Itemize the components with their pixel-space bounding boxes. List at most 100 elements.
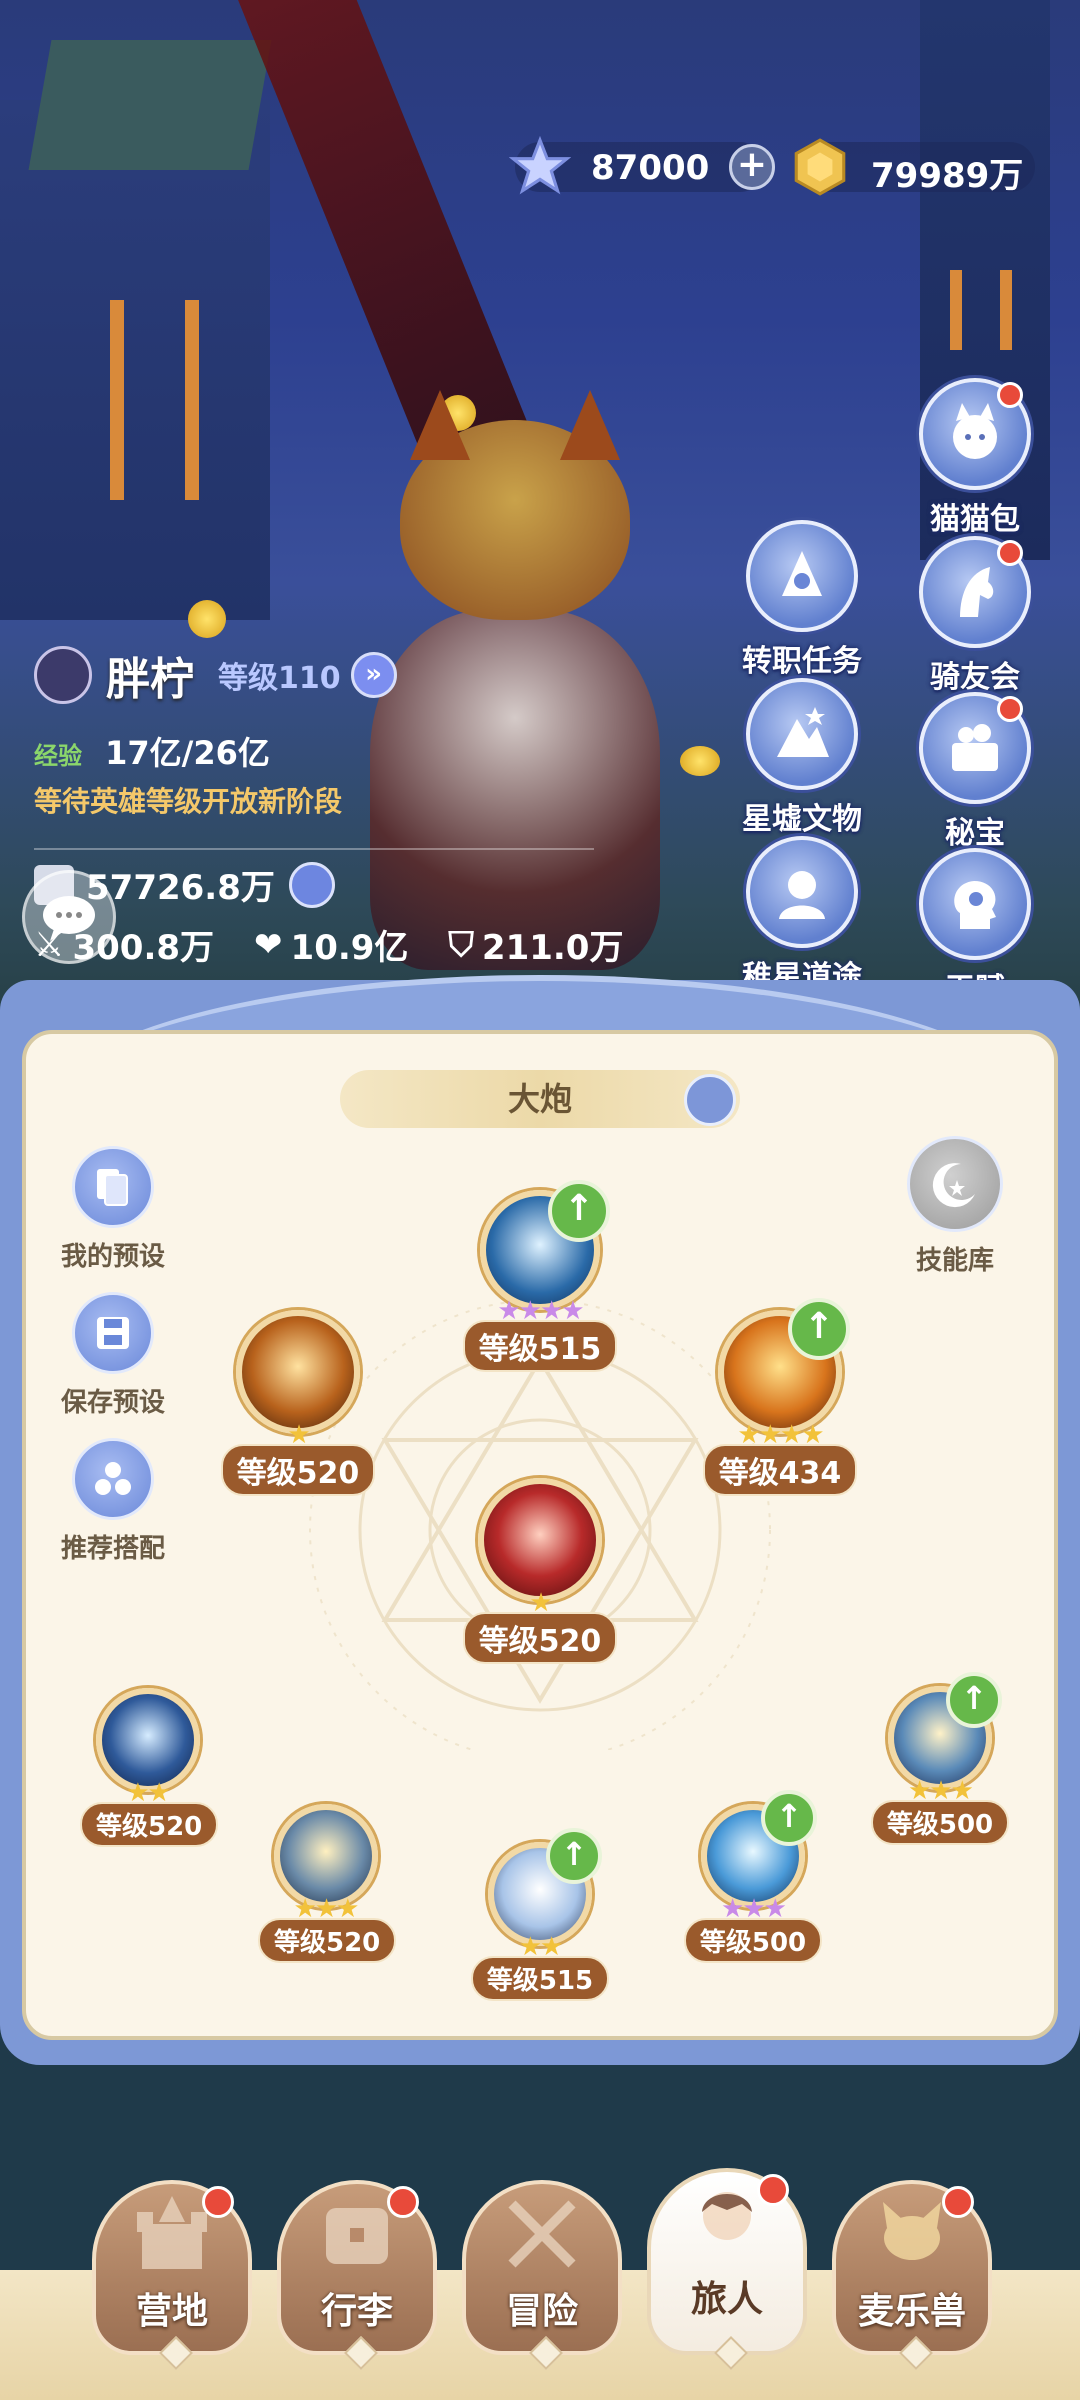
skill-slot-upper-left[interactable]: ★ 等级520: [218, 1310, 378, 1496]
tornado-skill-icon: [236, 1310, 360, 1434]
defense-value: 211.0万: [481, 928, 624, 968]
nav-tab-luggage[interactable]: 行李: [277, 2180, 437, 2370]
skill-slot-bottom-2[interactable]: ★★★ 等级520: [258, 1804, 397, 1963]
job-change-icon: [782, 551, 822, 596]
treasure-icon: [952, 724, 998, 771]
star-relic-button[interactable]: 星墟文物: [732, 678, 872, 848]
job-change-button[interactable]: 转职任务: [732, 520, 872, 690]
notification-dot: [997, 540, 1023, 566]
shield-icon: ⛉: [448, 924, 474, 965]
skill-level: 等级520: [220, 1444, 376, 1496]
skill-level: 等级515: [470, 1956, 610, 2001]
upgrade-arrow-icon[interactable]: ↑: [946, 1672, 1002, 1728]
notification-dot: [387, 2186, 419, 2218]
stats-row: ⚔ 300.8万 ❤ 10.9亿 ⛉ 211.0万: [34, 920, 623, 969]
vortex-skill-icon: [95, 1688, 200, 1792]
skill-level: 等级520: [258, 1918, 397, 1963]
feature-label: 骑友会: [930, 660, 1020, 695]
notification-dot: [997, 696, 1023, 722]
chat-icon: [43, 896, 95, 941]
nav-label: 营地: [135, 2291, 208, 2332]
skill-slot-bottom-3[interactable]: ★★ 等级515 ↑: [470, 1828, 610, 2001]
side-button-label: 推荐搭配: [60, 1534, 165, 1564]
skill-slot-upper-right[interactable]: ★★★★ 等级434 ↑: [700, 1298, 860, 1496]
side-button-label: 技能库: [915, 1246, 994, 1276]
upgrade-arrow-icon[interactable]: ↑: [548, 1180, 610, 1242]
player-level: 等级110: [218, 661, 341, 696]
skill-stars: ★★★: [293, 1894, 360, 1924]
nav-tab-pets[interactable]: 麦乐兽: [832, 2180, 992, 2370]
save-icon: [97, 1317, 129, 1349]
skill-level: 等级520: [80, 1802, 219, 1847]
exp-value: 17亿/26亿: [105, 734, 270, 772]
skill-stars: ★: [287, 1420, 310, 1450]
skill-library-button[interactable]: 技能库: [870, 1136, 1040, 1277]
notification-dot: [202, 2186, 234, 2218]
nav-tab-adventure[interactable]: 冒险: [462, 2180, 622, 2370]
player-name: 胖柠: [106, 654, 194, 705]
power-detail-search-button[interactable]: [288, 861, 335, 908]
side-button-label: 我的预设: [60, 1242, 165, 1272]
upgrade-arrow-icon[interactable]: ↑: [546, 1828, 602, 1884]
skill-stars: ★★: [518, 1932, 564, 1962]
skill-slot-bottom-4[interactable]: ★★★ 等级500 ↑: [683, 1790, 823, 1963]
gold-coin-icon: [794, 138, 846, 196]
whirlwind-skill-icon: [273, 1804, 378, 1908]
crossed-swords-icon: [508, 2200, 576, 2268]
divider: [34, 848, 594, 850]
talent-icon: [954, 881, 996, 929]
skill-stars: ★★★: [721, 1894, 787, 1924]
exp-row: 经验 17亿/26亿: [34, 728, 270, 774]
flower-deco: [188, 600, 226, 638]
combat-power-value: 57726.8万: [86, 868, 275, 908]
rank-emblem-icon: [34, 646, 92, 704]
skill-slot-center[interactable]: ★ 等级520: [455, 1478, 625, 1664]
skill-slot-bottom-5[interactable]: ★★★ 等级500 ↑: [870, 1672, 1010, 1845]
recommend-icon: [95, 1462, 131, 1495]
recommended-setup-button[interactable]: 推荐搭配: [28, 1438, 198, 1565]
class-info-button[interactable]: [684, 1074, 736, 1126]
skill-level: 等级515: [462, 1320, 618, 1372]
star-path-icon: [779, 871, 825, 919]
skill-level: 等级520: [462, 1612, 618, 1664]
relic-icon: [777, 707, 829, 757]
cat-bag-icon: [953, 403, 997, 459]
skill-stars: ★★★★: [497, 1296, 584, 1326]
notification-dot: [942, 2186, 974, 2218]
skill-slot-top[interactable]: ★★★★ 等级515 ↑: [460, 1180, 620, 1372]
level-detail-button[interactable]: »: [350, 652, 397, 698]
moon-star-icon: [932, 1163, 975, 1208]
cat-bag-button[interactable]: 猫猫包: [905, 378, 1045, 548]
upgrade-arrow-icon[interactable]: ↑: [788, 1298, 850, 1360]
skill-stars: ★: [529, 1588, 552, 1618]
treasure-button[interactable]: 秘宝: [905, 692, 1045, 862]
save-preset-button[interactable]: 保存预设: [28, 1292, 198, 1419]
skill-stars: ★★★★: [737, 1420, 824, 1450]
hp-value: 10.9亿: [290, 928, 409, 968]
class-title: 大炮: [340, 1070, 740, 1128]
gem-currency: 87000 +: [509, 136, 775, 195]
nav-tab-traveler[interactable]: 旅人: [647, 2168, 807, 2370]
skill-stars: ★★★: [908, 1776, 974, 1806]
nav-tab-camp[interactable]: 营地: [92, 2180, 252, 2370]
skill-level: 等级500: [870, 1800, 1010, 1845]
heart-icon: ❤: [254, 924, 283, 965]
side-button-label: 保存预设: [60, 1388, 165, 1418]
gold-currency: 79989万: [794, 138, 1035, 196]
castle-building: [0, 40, 272, 620]
nav-label: 旅人: [690, 2279, 763, 2320]
notification-dot: [997, 382, 1023, 408]
skill-slot-bottom-1[interactable]: ★★ 等级520: [80, 1688, 219, 1847]
crimson-moon-skill-icon: [478, 1478, 602, 1602]
nav-label: 麦乐兽: [857, 2291, 966, 2332]
add-gems-button[interactable]: +: [729, 144, 775, 190]
nav-label: 冒险: [505, 2291, 578, 2332]
exp-label: 经验: [34, 742, 82, 770]
my-presets-button[interactable]: 我的预设: [28, 1146, 198, 1273]
notification-dot: [757, 2174, 789, 2206]
upgrade-arrow-icon[interactable]: ↑: [761, 1790, 817, 1846]
feature-label: 猫猫包: [930, 502, 1020, 537]
skill-level: 等级500: [683, 1918, 823, 1963]
chat-button[interactable]: [22, 870, 116, 964]
rider-club-button[interactable]: 骑友会: [905, 536, 1045, 706]
